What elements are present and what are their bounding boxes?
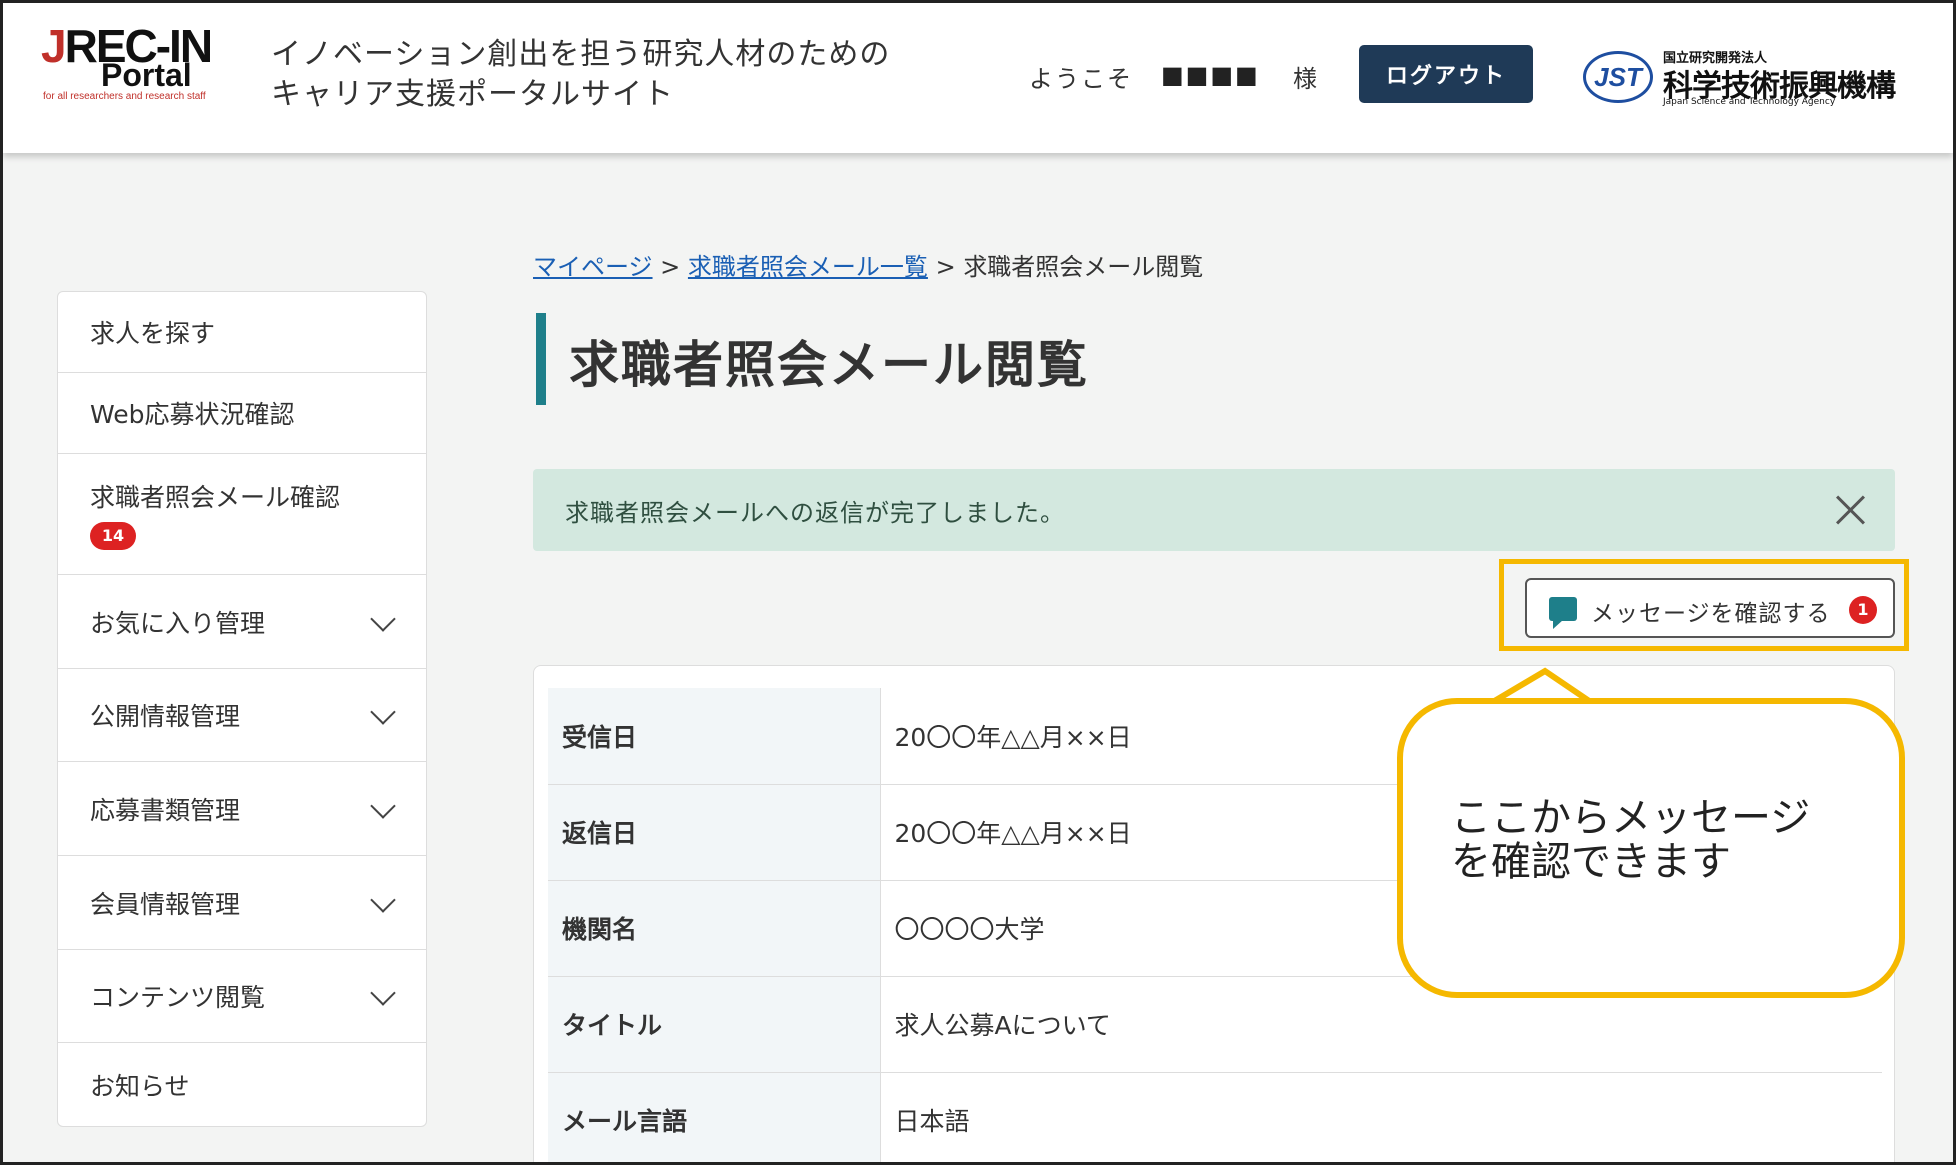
alert-message: 求職者照会メールへの返信が完了しました。	[565, 499, 1065, 527]
sidebar-item-public-info[interactable]: 公開情報管理	[58, 669, 426, 762]
success-alert: 求職者照会メールへの返信が完了しました。	[533, 469, 1895, 551]
view-messages-label: メッセージを確認する	[1591, 601, 1831, 627]
sidebar-item-label: 公開情報管理	[90, 702, 241, 731]
sidebar-item-label: 求職者照会メール確認	[90, 483, 341, 512]
jst-logo[interactable]: JST 国立研究開発法人 科学技術振興機構 Japan Science and …	[1583, 47, 1913, 109]
callout-line2: を確認できます	[1451, 839, 1731, 885]
row-label: 機関名	[548, 880, 881, 977]
unread-count-badge: 14	[90, 522, 136, 550]
chevron-down-icon	[370, 886, 396, 913]
sidebar-item-job-search[interactable]: 求人を探す	[58, 292, 426, 373]
site-tagline: イノベーション創出を担う研究人材のための キャリア支援ポータルサイト	[271, 35, 890, 115]
annotation-callout: ここからメッセージ を確認できます	[1397, 698, 1905, 998]
close-icon[interactable]	[1833, 493, 1867, 527]
row-label: タイトル	[548, 976, 881, 1073]
sidebar-item-favorites[interactable]: お気に入り管理	[58, 575, 426, 669]
sidebar-nav: 求人を探す Web応募状況確認 求職者照会メール確認 14 お気に入り管理 公開…	[57, 291, 427, 1127]
sidebar-item-label: Web応募状況確認	[90, 400, 295, 429]
chat-bubble-icon	[1549, 597, 1577, 629]
row-value: 日本語	[880, 1072, 1882, 1162]
row-label: 返信日	[548, 784, 881, 881]
breadcrumb: マイページ > 求職者照会メール一覧 > 求職者照会メール閲覧	[533, 247, 1203, 282]
message-count-badge: 1	[1849, 596, 1877, 624]
sidebar-item-contents[interactable]: コンテンツ閲覧	[58, 950, 426, 1043]
sidebar-item-notices[interactable]: お知らせ	[58, 1043, 426, 1126]
breadcrumb-mypage-link[interactable]: マイページ	[533, 253, 653, 281]
chevron-down-icon	[370, 605, 396, 632]
breadcrumb-mail-list-link[interactable]: 求職者照会メール一覧	[688, 253, 928, 281]
logo-subtitle: for all researchers and research staff	[43, 91, 206, 102]
callout-text: ここからメッセージ を確認できます	[1451, 796, 1810, 884]
tagline-line2: キャリア支援ポータルサイト	[271, 77, 674, 112]
sidebar-item-application-docs[interactable]: 応募書類管理	[58, 762, 426, 856]
jst-english: Japan Science and Technology Agency	[1663, 97, 1836, 107]
sidebar-item-member-info[interactable]: 会員情報管理	[58, 856, 426, 950]
page-title-accent	[536, 313, 546, 405]
page-frame: JREC-IN Portal for all researchers and r…	[0, 0, 1956, 1165]
welcome-text: ようこそ	[1029, 65, 1133, 93]
logout-button[interactable]: ログアウト	[1359, 45, 1533, 103]
user-name-masked: ■■■■	[1161, 61, 1260, 89]
breadcrumb-separator: >	[660, 253, 681, 281]
jrec-in-logo[interactable]: JREC-IN Portal for all researchers and r…	[41, 19, 251, 109]
page-title: 求職者照会メール閲覧	[569, 336, 1089, 394]
row-label: 受信日	[548, 688, 881, 785]
sidebar-item-web-application-status[interactable]: Web応募状況確認	[58, 373, 426, 454]
chevron-down-icon	[370, 699, 396, 725]
honorific-text: 様	[1293, 65, 1317, 93]
sidebar-item-label: 応募書類管理	[90, 795, 241, 825]
callout-line1: ここからメッセージ	[1451, 795, 1811, 841]
view-messages-button[interactable]: メッセージを確認する 1	[1525, 578, 1895, 638]
chevron-down-icon	[370, 980, 396, 1006]
breadcrumb-separator: >	[935, 253, 956, 281]
breadcrumb-current: 求職者照会メール閲覧	[963, 253, 1204, 281]
sidebar-item-label: コンテンツ閲覧	[90, 983, 266, 1012]
table-row: メール言語 日本語	[548, 1072, 1882, 1162]
sidebar-item-label: お気に入り管理	[90, 608, 266, 638]
sidebar-item-inquiry-mail[interactable]: 求職者照会メール確認 14	[58, 454, 426, 575]
sidebar-item-label: お知らせ	[90, 1071, 190, 1101]
logo-portal: Portal	[101, 57, 192, 93]
chevron-down-icon	[370, 792, 396, 819]
sidebar-item-label: 求人を探す	[90, 319, 216, 348]
row-label: メール言語	[548, 1072, 881, 1162]
sidebar-item-label: 会員情報管理	[90, 889, 241, 919]
tagline-line1: イノベーション創出を担う研究人材のための	[271, 37, 891, 72]
jst-badge: JST	[1583, 51, 1653, 103]
site-header: JREC-IN Portal for all researchers and r…	[3, 3, 1953, 153]
